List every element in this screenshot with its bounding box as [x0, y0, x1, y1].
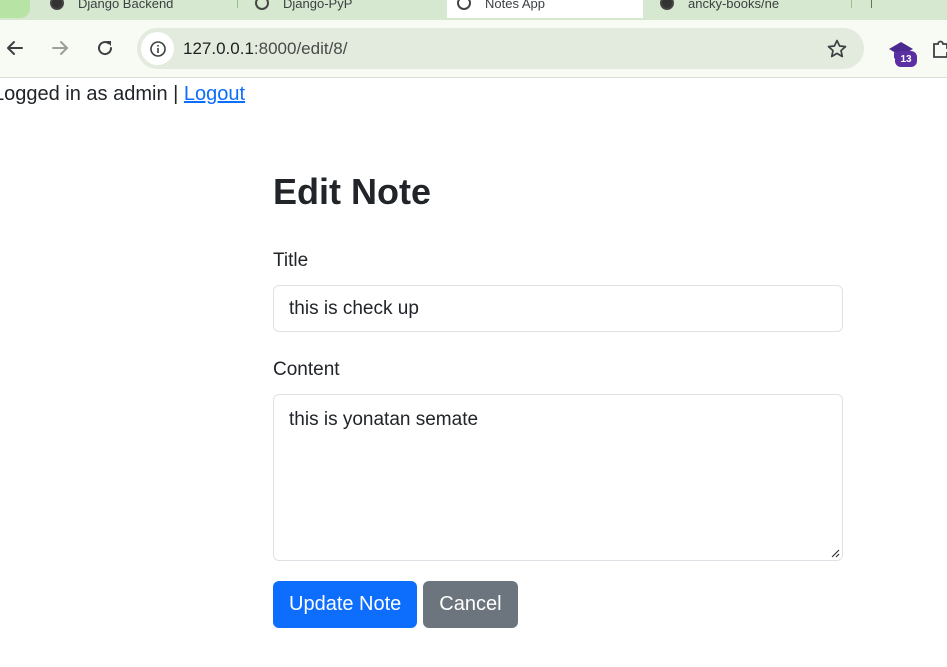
- tab-strip: Django Backend Django-PyP Notes App anck…: [0, 0, 947, 20]
- edit-note-form: Edit Note Title this is check up Content…: [273, 166, 843, 628]
- globe-icon: [255, 0, 269, 10]
- form-actions: Update Note Cancel: [273, 581, 843, 628]
- tab-notes-app[interactable]: Notes App: [447, 0, 643, 18]
- tab-label: ancky-books/ne: [688, 0, 780, 11]
- github-icon: [660, 0, 674, 10]
- page-title: Edit Note: [273, 171, 431, 212]
- login-status-text: Logged in as admin |: [0, 83, 179, 105]
- globe-icon: [457, 0, 471, 10]
- forward-button[interactable]: [48, 36, 72, 60]
- back-button[interactable]: [3, 36, 27, 60]
- tab-ancky-books[interactable]: ancky-books/ne: [650, 0, 850, 18]
- site-info-button[interactable]: [141, 32, 174, 65]
- content-text: this is yonatan semate: [289, 409, 479, 430]
- url-host: 127.0.0.1: [183, 39, 254, 58]
- content-label: Content: [273, 359, 340, 380]
- tab-django-pyp[interactable]: Django-PyP: [245, 0, 440, 18]
- resize-grip-icon[interactable]: [830, 548, 840, 558]
- title-label: Title: [273, 250, 309, 271]
- puzzle-icon[interactable]: [930, 38, 947, 60]
- reload-button[interactable]: [93, 36, 117, 60]
- forward-icon: [52, 41, 68, 55]
- tab-separator: [237, 0, 238, 8]
- update-note-button[interactable]: Update Note: [273, 581, 418, 628]
- tab-separator: [851, 0, 852, 8]
- site-info-icon: [149, 40, 166, 57]
- url-path: :8000/edit/8/: [253, 39, 348, 58]
- github-icon: [50, 0, 64, 10]
- back-icon: [7, 41, 23, 55]
- bookmark-star-icon[interactable]: [826, 38, 848, 60]
- address-bar[interactable]: 127.0.0.1:8000/edit/8/: [137, 28, 864, 69]
- tab-label: Django-PyP: [283, 0, 353, 11]
- tab-pinned[interactable]: [0, 0, 30, 18]
- cancel-button[interactable]: Cancel: [423, 581, 518, 628]
- extension-badge: 13: [895, 51, 917, 67]
- url-text[interactable]: 127.0.0.1:8000/edit/8/: [183, 39, 347, 59]
- reload-icon: [98, 41, 113, 56]
- browser-toolbar: 127.0.0.1:8000/edit/8/ 13: [0, 20, 947, 78]
- logout-link[interactable]: Logout: [184, 83, 245, 105]
- content-textarea[interactable]: this is yonatan semate: [273, 394, 843, 561]
- user-status-bar: Logged in as admin | Logout: [0, 83, 245, 106]
- tab-django-backend[interactable]: Django Backend: [40, 0, 240, 18]
- tab-label: Notes App: [485, 0, 545, 11]
- tab-separator: [871, 0, 872, 8]
- title-input[interactable]: this is check up: [273, 285, 843, 332]
- tab-label: Django Backend: [78, 0, 174, 11]
